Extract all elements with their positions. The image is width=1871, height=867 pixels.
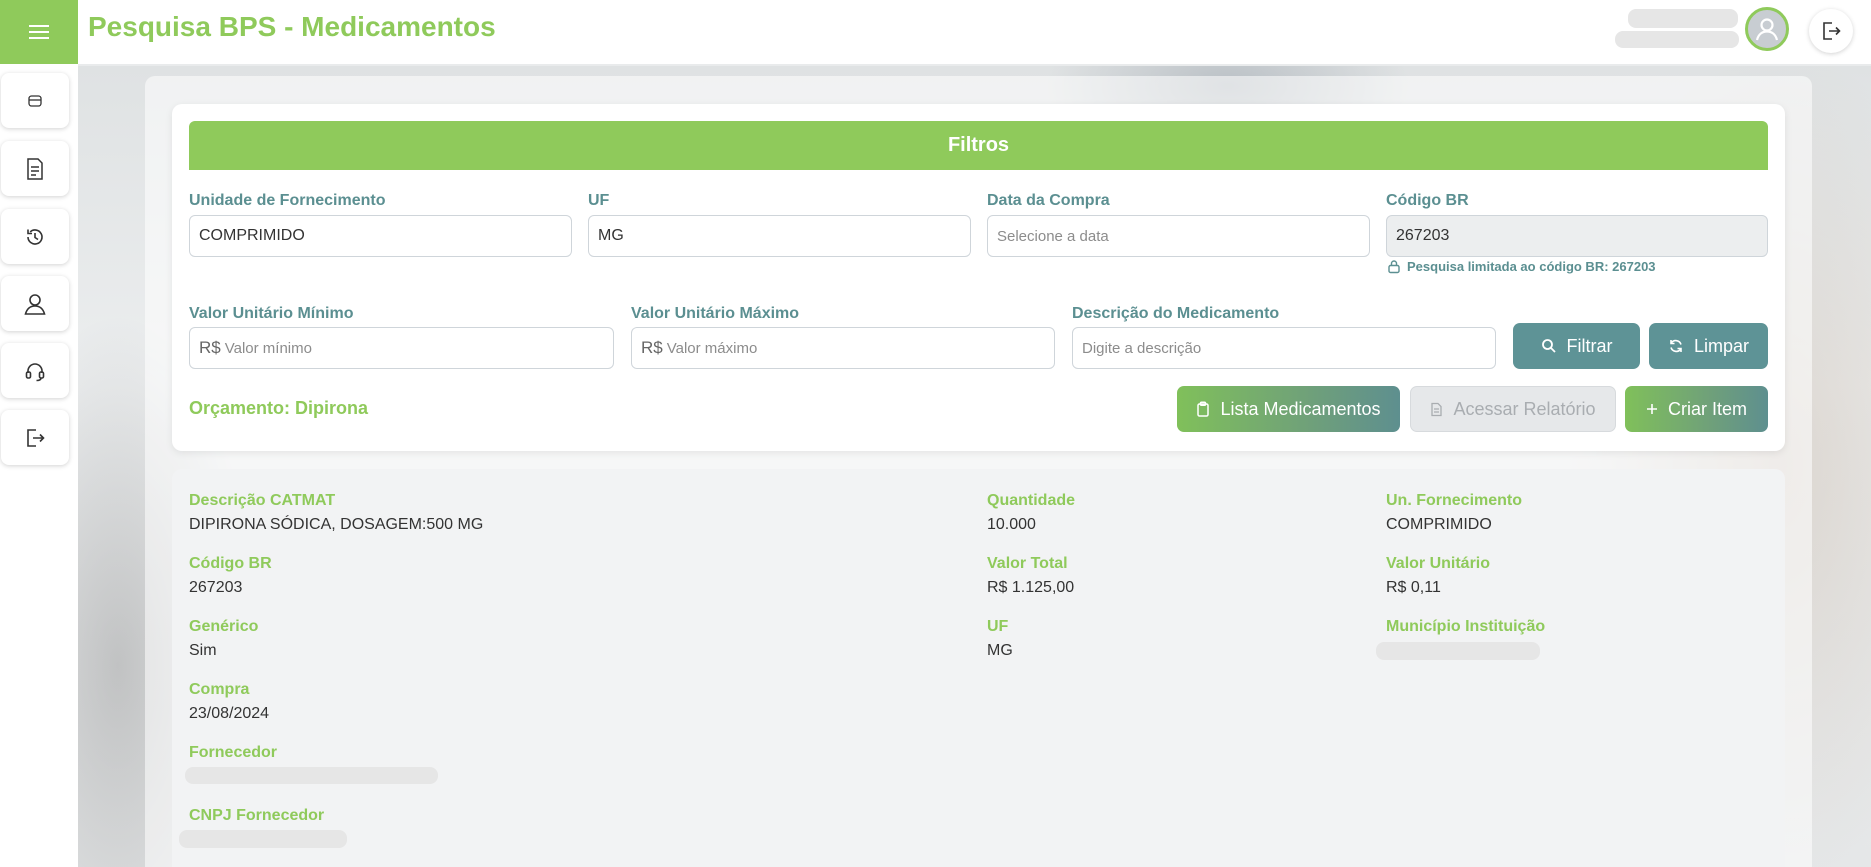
- acessar-relatorio-label: Acessar Relatório: [1453, 398, 1596, 419]
- uf-value: MG: [598, 227, 624, 244]
- headset-icon: [25, 362, 45, 381]
- logout-icon: [27, 428, 45, 447]
- codigo-br-detail-value: 267203: [189, 579, 243, 596]
- valor-max-label: Valor Unitário Máximo: [631, 305, 800, 322]
- codigo-br-note-text: Pesquisa limitada ao código BR: 267203: [1407, 259, 1656, 274]
- descricao-input[interactable]: Digite a descrição: [1072, 327, 1496, 369]
- fornecedor-placeholder: [185, 767, 438, 784]
- document-icon: [27, 157, 43, 180]
- valor-unitario-value: R$ 0,11: [1386, 579, 1441, 596]
- unidade-field[interactable]: COMPRIMIDO: [189, 215, 572, 257]
- criar-item-label: Criar Item: [1667, 398, 1747, 419]
- descricao-label: Descrição do Medicamento: [1072, 305, 1280, 322]
- compra-value: 23/08/2024: [189, 705, 270, 722]
- fornecedor-label: Fornecedor: [189, 744, 278, 761]
- municipio-placeholder: [1376, 642, 1540, 660]
- user-role-placeholder: [1615, 31, 1739, 48]
- valor-min-input[interactable]: R$ Valor mínimo: [189, 327, 614, 369]
- data-compra-input[interactable]: Selecione a data: [987, 215, 1370, 257]
- user-avatar-icon: [1755, 18, 1779, 41]
- criar-item-button[interactable]: Criar Item: [1625, 386, 1768, 432]
- generico-value: Sim: [189, 642, 217, 659]
- un-fornecimento-label: Un. Fornecimento: [1386, 492, 1523, 509]
- valor-unitario-label: Valor Unitário: [1386, 555, 1491, 572]
- budget-title: Orçamento: Dipirona: [189, 398, 369, 418]
- user-name-placeholder: [1628, 9, 1738, 28]
- sidebar-item-history[interactable]: [1, 209, 69, 264]
- descricao-placeholder: Digite a descrição: [1082, 339, 1202, 357]
- valor-total-label: Valor Total: [987, 555, 1068, 572]
- acessar-relatorio-button: Acessar Relatório: [1410, 386, 1616, 432]
- quantidade-label: Quantidade: [987, 492, 1076, 509]
- sidebar-item-logout[interactable]: [1, 410, 69, 465]
- codigo-br-note: Pesquisa limitada ao código BR: 267203: [1387, 259, 1656, 274]
- data-compra-label: Data da Compra: [987, 192, 1110, 209]
- page-title: Pesquisa BPS - Medicamentos: [88, 11, 496, 42]
- top-bar: Pesquisa BPS - Medicamentos: [0, 0, 1871, 64]
- cnpj-label: CNPJ Fornecedor: [189, 807, 325, 824]
- uf-detail-value: MG: [987, 642, 1013, 659]
- menu-button[interactable]: [0, 0, 78, 64]
- sidebar-item-support[interactable]: [1, 343, 69, 398]
- un-fornecimento-value: COMPRIMIDO: [1386, 516, 1492, 533]
- lock-icon: [1388, 260, 1400, 274]
- hamburger-icon: [29, 25, 49, 39]
- box-icon: [28, 94, 42, 107]
- filter-panel-title: Filtros: [189, 121, 1768, 170]
- logout-button[interactable]: [1809, 9, 1853, 53]
- uf-detail-label: UF: [987, 618, 1009, 635]
- filtrar-label: Filtrar: [1566, 335, 1613, 356]
- descricao-catmat-label: Descrição CATMAT: [189, 492, 336, 509]
- valor-min-label: Valor Unitário Mínimo: [189, 305, 354, 322]
- compra-label: Compra: [189, 681, 250, 698]
- sidebar-item-profile[interactable]: [1, 276, 69, 331]
- valor-max-input[interactable]: R$ Valor máximo: [631, 327, 1055, 369]
- valor-max-placeholder: Valor máximo: [666, 339, 758, 357]
- uf-label: UF: [588, 192, 610, 209]
- lista-medicamentos-button[interactable]: Lista Medicamentos: [1177, 386, 1400, 432]
- codigo-br-detail-label: Código BR: [189, 555, 272, 572]
- sidebar-item-home[interactable]: [1, 73, 69, 128]
- filtrar-button[interactable]: Filtrar: [1513, 323, 1640, 369]
- valor-min-prefix: R$: [199, 338, 221, 357]
- unidade-value: COMPRIMIDO: [199, 227, 305, 244]
- municipio-label: Município Instituição: [1386, 618, 1546, 635]
- uf-field[interactable]: MG: [588, 215, 971, 257]
- refresh-icon: [1670, 339, 1682, 353]
- quantidade-value: 10.000: [987, 516, 1036, 533]
- valor-min-placeholder: Valor mínimo: [224, 339, 312, 357]
- codigo-br-label: Código BR: [1386, 192, 1469, 209]
- plus-icon: [1646, 404, 1657, 414]
- document-icon: [1431, 402, 1443, 416]
- sidebar-item-reports[interactable]: [1, 141, 69, 196]
- cnpj-placeholder: [179, 830, 347, 848]
- history-icon: [27, 228, 43, 245]
- descricao-catmat-value: DIPIRONA SÓDICA, DOSAGEM:500 MG: [189, 516, 484, 533]
- search-icon: [1541, 339, 1556, 353]
- codigo-br-field: 267203: [1386, 215, 1768, 257]
- limpar-label: Limpar: [1693, 335, 1750, 356]
- valor-max-prefix: R$: [641, 338, 663, 357]
- generico-label: Genérico: [189, 618, 259, 635]
- data-compra-placeholder: Selecione a data: [997, 227, 1109, 245]
- limpar-button[interactable]: Limpar: [1649, 323, 1768, 369]
- unidade-label: Unidade de Fornecimento: [189, 192, 386, 209]
- logout-icon: [1823, 22, 1841, 40]
- valor-total-value: R$ 1.125,00: [987, 579, 1075, 596]
- codigo-br-value: 267203: [1396, 227, 1450, 244]
- user-avatar[interactable]: [1745, 7, 1789, 51]
- user-icon: [24, 293, 46, 315]
- clipboard-icon: [1197, 401, 1210, 417]
- sidebar: [0, 64, 78, 867]
- lista-medicamentos-label: Lista Medicamentos: [1220, 398, 1381, 419]
